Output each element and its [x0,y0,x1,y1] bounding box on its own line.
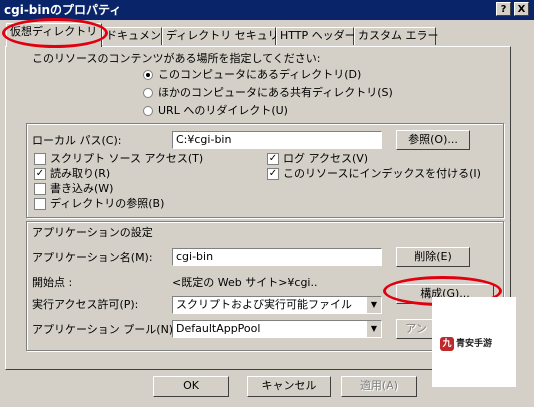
unload-button[interactable]: アン [396,319,436,339]
chk-log-access-label[interactable]: ログ アクセス(V) [283,152,368,166]
radio-local-directory-label[interactable]: このコンピュータにあるディレクトリ(D) [158,68,361,82]
browse-button[interactable]: 参照(O)... [396,130,470,150]
chk-script-source-label[interactable]: スクリプト ソース アクセス(T) [50,152,203,166]
check-mark-icon: ✓ [268,153,278,164]
radio-share-label[interactable]: ほかのコンピュータにある共有ディレクトリ(S) [158,86,393,100]
close-button[interactable]: X [514,2,529,16]
chk-script-source[interactable] [34,153,46,165]
chk-write-label[interactable]: 書き込み(W) [50,182,113,196]
window-title: cgi-binのプロパティ [4,3,122,17]
chk-directory-browsing[interactable] [34,198,46,210]
start-point-value: <既定の Web サイト>¥cgi.. [172,276,318,289]
radio-local-directory[interactable] [143,70,153,80]
delete-button[interactable]: 削除(E) [396,247,470,267]
chk-directory-browsing-label[interactable]: ディレクトリの参照(B) [50,197,164,211]
app-name-input[interactable]: cgi-bin [172,248,382,266]
radio-redirect-label[interactable]: URL へのリダイレクト(U) [158,104,288,118]
app-pool-select[interactable]: DefaultAppPool ▼ [172,320,382,338]
chevron-down-icon[interactable]: ▼ [366,297,381,313]
app-pool-value: DefaultAppPool [176,322,261,335]
tab-directory-security[interactable]: ディレクトリ セキュリティ [162,27,300,45]
watermark-icon: 九 [440,337,454,351]
chk-index-resource[interactable]: ✓ [267,168,279,180]
chk-index-resource-label[interactable]: このリソースにインデックスを付ける(I) [283,167,481,181]
watermark-logo: 九 青安手游 [432,297,516,387]
cancel-button[interactable]: キャンセル [247,376,331,397]
exec-permission-value: スクリプトおよび実行可能ファイル [176,298,352,311]
tab-http-headers[interactable]: HTTP ヘッダー [276,27,356,45]
ok-button[interactable]: OK [153,376,229,397]
radio-share[interactable] [143,88,153,98]
chk-read[interactable]: ✓ [34,168,46,180]
apply-button[interactable]: 適用(A) [341,376,417,397]
chk-read-label[interactable]: 読み取り(R) [50,167,110,181]
check-mark-icon: ✓ [268,168,278,179]
help-button[interactable]: ? [496,2,511,16]
source-heading: このリソースのコンテンツがある場所を指定してください: [32,52,321,65]
app-pool-label: アプリケーション プール(N): [32,323,177,336]
chevron-down-icon[interactable]: ▼ [366,321,381,337]
watermark-text: 青安手游 [456,339,493,349]
annotation-circle-tab [2,18,108,48]
app-settings-heading: アプリケーションの設定 [32,226,153,239]
exec-permission-select[interactable]: スクリプトおよび実行可能ファイル ▼ [172,296,382,314]
app-name-label: アプリケーション名(M): [32,251,153,264]
chk-write[interactable] [34,183,46,195]
local-path-input[interactable]: C:¥cgi-bin [172,131,382,149]
exec-permission-label: 実行アクセス許可(P): [32,298,139,311]
check-mark-icon: ✓ [35,168,45,179]
radio-redirect[interactable] [143,106,153,116]
chk-log-access[interactable]: ✓ [267,153,279,165]
local-path-label: ローカル パス(C): [32,134,122,147]
tab-custom-errors[interactable]: カスタム エラー [354,27,439,45]
start-point-label: 開始点 : [32,276,73,289]
tab-documents[interactable]: ドキュメント [102,27,172,45]
